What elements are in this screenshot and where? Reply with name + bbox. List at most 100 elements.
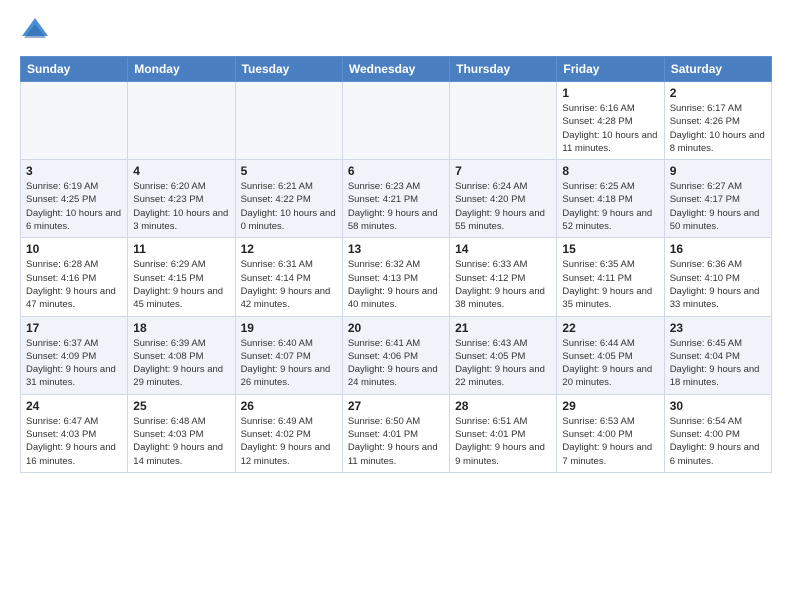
day-info: Sunrise: 6:33 AM Sunset: 4:12 PM Dayligh…: [455, 258, 551, 311]
calendar-cell: 28 Sunrise: 6:51 AM Sunset: 4:01 PM Dayli…: [450, 394, 557, 472]
weekday-header-sunday: Sunday: [21, 57, 128, 82]
weekday-header-thursday: Thursday: [450, 57, 557, 82]
day-info: Sunrise: 6:48 AM Sunset: 4:03 PM Dayligh…: [133, 415, 229, 468]
calendar-cell: 8 Sunrise: 6:25 AM Sunset: 4:18 PM Daylig…: [557, 160, 664, 238]
calendar-cell: [235, 82, 342, 160]
day-info: Sunrise: 6:19 AM Sunset: 4:25 PM Dayligh…: [26, 180, 122, 233]
day-info: Sunrise: 6:17 AM Sunset: 4:26 PM Dayligh…: [670, 102, 766, 155]
calendar-cell: 11Sunrise: 6:29 AM Sunset: 4:15 PM Dayli…: [128, 238, 235, 316]
calendar-cell: 16 Sunrise: 6:36 AM Sunset: 4:10 PM Dayli…: [664, 238, 771, 316]
day-number: 3: [26, 164, 122, 178]
calendar-cell: 15 Sunrise: 6:35 AM Sunset: 4:11 PM Dayli…: [557, 238, 664, 316]
day-info: Sunrise: 6:27 AM Sunset: 4:17 PM Dayligh…: [670, 180, 766, 233]
day-number: 15: [562, 242, 658, 256]
day-number: 9: [670, 164, 766, 178]
day-number: 17: [26, 321, 122, 335]
calendar-cell: 25 Sunrise: 6:48 AM Sunset: 4:03 PM Dayli…: [128, 394, 235, 472]
calendar-cell: 12 Sunrise: 6:31 AM Sunset: 4:14 PM Dayli…: [235, 238, 342, 316]
day-info: Sunrise: 6:54 AM Sunset: 4:00 PM Dayligh…: [670, 415, 766, 468]
day-number: 5: [241, 164, 337, 178]
day-info: Sunrise: 6:24 AM Sunset: 4:20 PM Dayligh…: [455, 180, 551, 233]
calendar-cell: [450, 82, 557, 160]
day-number: 2: [670, 86, 766, 100]
day-info: Sunrise: 6:40 AM Sunset: 4:07 PM Dayligh…: [241, 337, 337, 390]
calendar-cell: 29 Sunrise: 6:53 AM Sunset: 4:00 PM Dayli…: [557, 394, 664, 472]
calendar-cell: 1 Sunrise: 6:16 AM Sunset: 4:28 PM Daylig…: [557, 82, 664, 160]
logo: [20, 16, 54, 46]
day-number: 6: [348, 164, 444, 178]
day-info: Sunrise: 6:31 AM Sunset: 4:14 PM Dayligh…: [241, 258, 337, 311]
calendar-cell: [21, 82, 128, 160]
day-number: 26: [241, 399, 337, 413]
day-number: 21: [455, 321, 551, 335]
logo-icon: [20, 16, 50, 46]
day-info: Sunrise: 6:25 AM Sunset: 4:18 PM Dayligh…: [562, 180, 658, 233]
calendar-cell: 20 Sunrise: 6:41 AM Sunset: 4:06 PM Dayli…: [342, 316, 449, 394]
day-info: Sunrise: 6:39 AM Sunset: 4:08 PM Dayligh…: [133, 337, 229, 390]
day-number: 19: [241, 321, 337, 335]
day-info: Sunrise: 6:21 AM Sunset: 4:22 PM Dayligh…: [241, 180, 337, 233]
day-number: 16: [670, 242, 766, 256]
day-number: 30: [670, 399, 766, 413]
day-info: Sunrise: 6:23 AM Sunset: 4:21 PM Dayligh…: [348, 180, 444, 233]
weekday-header-friday: Friday: [557, 57, 664, 82]
calendar-cell: 10 Sunrise: 6:28 AM Sunset: 4:16 PM Dayli…: [21, 238, 128, 316]
calendar-cell: 6 Sunrise: 6:23 AM Sunset: 4:21 PM Daylig…: [342, 160, 449, 238]
day-number: 10: [26, 242, 122, 256]
calendar-cell: [342, 82, 449, 160]
day-info: Sunrise: 6:47 AM Sunset: 4:03 PM Dayligh…: [26, 415, 122, 468]
day-number: 4: [133, 164, 229, 178]
calendar-cell: 22 Sunrise: 6:44 AM Sunset: 4:05 PM Dayli…: [557, 316, 664, 394]
weekday-header-wednesday: Wednesday: [342, 57, 449, 82]
day-number: 12: [241, 242, 337, 256]
calendar-cell: 19 Sunrise: 6:40 AM Sunset: 4:07 PM Dayli…: [235, 316, 342, 394]
day-info: Sunrise: 6:49 AM Sunset: 4:02 PM Dayligh…: [241, 415, 337, 468]
calendar-cell: 14Sunrise: 6:33 AM Sunset: 4:12 PM Dayli…: [450, 238, 557, 316]
day-number: 29: [562, 399, 658, 413]
page: SundayMondayTuesdayWednesdayThursdayFrid…: [0, 0, 792, 612]
day-info: Sunrise: 6:45 AM Sunset: 4:04 PM Dayligh…: [670, 337, 766, 390]
day-number: 7: [455, 164, 551, 178]
calendar-cell: 7 Sunrise: 6:24 AM Sunset: 4:20 PM Daylig…: [450, 160, 557, 238]
calendar-cell: 30 Sunrise: 6:54 AM Sunset: 4:00 PM Dayli…: [664, 394, 771, 472]
calendar-table: SundayMondayTuesdayWednesdayThursdayFrid…: [20, 56, 772, 473]
calendar-cell: 21 Sunrise: 6:43 AM Sunset: 4:05 PM Dayli…: [450, 316, 557, 394]
calendar-cell: 2 Sunrise: 6:17 AM Sunset: 4:26 PM Daylig…: [664, 82, 771, 160]
day-number: 23: [670, 321, 766, 335]
day-info: Sunrise: 6:43 AM Sunset: 4:05 PM Dayligh…: [455, 337, 551, 390]
calendar-cell: 23 Sunrise: 6:45 AM Sunset: 4:04 PM Dayli…: [664, 316, 771, 394]
day-number: 1: [562, 86, 658, 100]
day-number: 27: [348, 399, 444, 413]
day-info: Sunrise: 6:50 AM Sunset: 4:01 PM Dayligh…: [348, 415, 444, 468]
calendar-cell: [128, 82, 235, 160]
weekday-header-monday: Monday: [128, 57, 235, 82]
day-number: 18: [133, 321, 229, 335]
day-info: Sunrise: 6:28 AM Sunset: 4:16 PM Dayligh…: [26, 258, 122, 311]
day-info: Sunrise: 6:29 AM Sunset: 4:15 PM Dayligh…: [133, 258, 229, 311]
day-number: 22: [562, 321, 658, 335]
day-number: 25: [133, 399, 229, 413]
calendar-cell: 24 Sunrise: 6:47 AM Sunset: 4:03 PM Dayli…: [21, 394, 128, 472]
calendar-cell: 9 Sunrise: 6:27 AM Sunset: 4:17 PM Daylig…: [664, 160, 771, 238]
day-number: 28: [455, 399, 551, 413]
calendar-cell: 4 Sunrise: 6:20 AM Sunset: 4:23 PM Daylig…: [128, 160, 235, 238]
weekday-header-tuesday: Tuesday: [235, 57, 342, 82]
day-info: Sunrise: 6:35 AM Sunset: 4:11 PM Dayligh…: [562, 258, 658, 311]
day-info: Sunrise: 6:20 AM Sunset: 4:23 PM Dayligh…: [133, 180, 229, 233]
day-number: 13: [348, 242, 444, 256]
calendar-cell: 5 Sunrise: 6:21 AM Sunset: 4:22 PM Daylig…: [235, 160, 342, 238]
day-number: 20: [348, 321, 444, 335]
day-info: Sunrise: 6:32 AM Sunset: 4:13 PM Dayligh…: [348, 258, 444, 311]
day-info: Sunrise: 6:41 AM Sunset: 4:06 PM Dayligh…: [348, 337, 444, 390]
day-number: 24: [26, 399, 122, 413]
day-info: Sunrise: 6:51 AM Sunset: 4:01 PM Dayligh…: [455, 415, 551, 468]
calendar-cell: 18 Sunrise: 6:39 AM Sunset: 4:08 PM Dayli…: [128, 316, 235, 394]
day-info: Sunrise: 6:53 AM Sunset: 4:00 PM Dayligh…: [562, 415, 658, 468]
day-info: Sunrise: 6:37 AM Sunset: 4:09 PM Dayligh…: [26, 337, 122, 390]
calendar-cell: 13 Sunrise: 6:32 AM Sunset: 4:13 PM Dayli…: [342, 238, 449, 316]
day-info: Sunrise: 6:16 AM Sunset: 4:28 PM Dayligh…: [562, 102, 658, 155]
day-number: 8: [562, 164, 658, 178]
day-info: Sunrise: 6:44 AM Sunset: 4:05 PM Dayligh…: [562, 337, 658, 390]
day-info: Sunrise: 6:36 AM Sunset: 4:10 PM Dayligh…: [670, 258, 766, 311]
header: [20, 16, 772, 46]
